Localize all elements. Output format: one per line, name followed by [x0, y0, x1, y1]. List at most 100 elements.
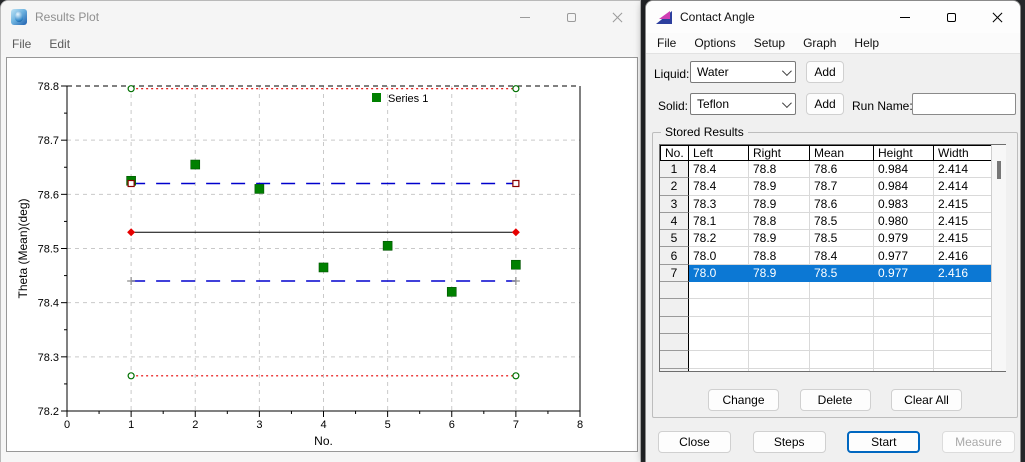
table-cell[interactable]: 2.414 [934, 178, 992, 195]
table-cell[interactable]: 0.983 [874, 196, 934, 213]
table-cell[interactable]: 78.5 [810, 213, 874, 230]
add-liquid-button[interactable]: Add [806, 61, 844, 83]
table-cell[interactable]: 0.977 [874, 247, 934, 264]
minimize-button[interactable] [882, 1, 928, 33]
maximize-button[interactable] [548, 1, 594, 33]
minimize-button[interactable] [502, 1, 548, 33]
table-cell[interactable]: 2.415 [934, 230, 992, 247]
table-cell[interactable]: 78.7 [810, 178, 874, 195]
run-name-input[interactable] [912, 93, 1016, 115]
table-cell[interactable]: 78.6 [810, 161, 874, 178]
table-cell[interactable] [810, 351, 874, 368]
solid-select[interactable]: Teflon [690, 93, 796, 115]
table-cell[interactable] [874, 282, 934, 299]
table-cell[interactable] [749, 351, 810, 368]
table-row[interactable] [660, 282, 1006, 299]
table-cell[interactable] [934, 282, 992, 299]
add-solid-button[interactable]: Add [806, 93, 844, 115]
steps-button[interactable]: Steps [753, 431, 826, 453]
table-cell[interactable]: 78.1 [689, 213, 749, 230]
maximize-button[interactable] [928, 1, 974, 33]
table-cell[interactable]: 78.4 [689, 178, 749, 195]
table-cell[interactable]: 78.0 [689, 265, 749, 282]
table-cell[interactable] [874, 351, 934, 368]
change-button[interactable]: Change [708, 389, 779, 411]
table-cell[interactable]: 0.977 [874, 265, 934, 282]
liquid-select[interactable]: Water [690, 61, 796, 83]
table-row[interactable]: 378.378.978.60.9832.415 [660, 196, 1006, 213]
table-cell[interactable]: 78.0 [689, 247, 749, 264]
table-cell[interactable] [810, 282, 874, 299]
menu-item-edit[interactable]: Edit [40, 34, 79, 54]
row-header-cell[interactable]: 7 [660, 265, 689, 282]
table-cell[interactable] [749, 317, 810, 334]
table-cell[interactable]: 78.5 [810, 230, 874, 247]
table-row[interactable]: 178.478.878.60.9842.414 [660, 161, 1006, 178]
row-header-cell[interactable] [660, 282, 689, 299]
table-row[interactable] [660, 299, 1006, 316]
row-header-cell[interactable] [660, 351, 689, 368]
close-button[interactable] [594, 1, 640, 33]
row-header-cell[interactable]: 3 [660, 196, 689, 213]
table-cell[interactable] [874, 299, 934, 316]
measure-button[interactable]: Measure [942, 431, 1015, 453]
menu-item-help[interactable]: Help [845, 33, 888, 53]
stored-results-table[interactable]: No.LeftRightMeanHeightWidth178.478.878.6… [659, 144, 1006, 372]
table-cell[interactable] [934, 351, 992, 368]
menu-item-file[interactable]: File [3, 34, 40, 54]
table-cell[interactable]: 78.8 [749, 247, 810, 264]
table-cell[interactable]: 0.979 [874, 230, 934, 247]
clear-all-button[interactable]: Clear All [891, 389, 962, 411]
table-cell[interactable]: 78.8 [749, 213, 810, 230]
table-cell[interactable] [934, 317, 992, 334]
table-cell[interactable] [934, 299, 992, 316]
table-cell[interactable]: 2.416 [934, 265, 992, 282]
results-plot-titlebar[interactable]: Results Plot [1, 1, 640, 33]
close-button[interactable] [974, 1, 1020, 33]
table-cell[interactable]: 0.984 [874, 178, 934, 195]
scrollbar-thumb[interactable] [997, 161, 1001, 179]
close-button[interactable]: Close [658, 431, 731, 453]
row-header-cell[interactable] [660, 334, 689, 351]
table-cell[interactable] [749, 369, 810, 372]
table-cell[interactable]: 78.9 [749, 265, 810, 282]
table-row[interactable] [660, 317, 1006, 334]
delete-button[interactable]: Delete [800, 389, 871, 411]
table-cell[interactable] [934, 334, 992, 351]
row-header-cell[interactable]: 2 [660, 178, 689, 195]
menu-item-graph[interactable]: Graph [794, 33, 845, 53]
table-cell[interactable] [810, 334, 874, 351]
table-vertical-scrollbar[interactable] [991, 145, 1006, 371]
table-cell[interactable]: 78.4 [689, 161, 749, 178]
table-cell[interactable] [689, 317, 749, 334]
table-cell[interactable]: 2.414 [934, 161, 992, 178]
table-cell[interactable] [749, 282, 810, 299]
table-cell[interactable] [934, 369, 992, 372]
row-header-cell[interactable]: 4 [660, 213, 689, 230]
row-header-cell[interactable]: 1 [660, 161, 689, 178]
table-row[interactable]: 278.478.978.70.9842.414 [660, 178, 1006, 195]
table-cell[interactable]: 78.9 [749, 196, 810, 213]
table-cell[interactable]: 0.980 [874, 213, 934, 230]
table-row[interactable]: 678.078.878.40.9772.416 [660, 247, 1006, 264]
table-cell[interactable] [689, 334, 749, 351]
table-cell[interactable]: 78.3 [689, 196, 749, 213]
row-header-cell[interactable] [660, 369, 689, 372]
menu-item-options[interactable]: Options [685, 33, 744, 53]
table-row[interactable]: 478.178.878.50.9802.415 [660, 213, 1006, 230]
table-cell[interactable] [689, 369, 749, 372]
table-cell[interactable] [874, 334, 934, 351]
row-header-cell[interactable] [660, 299, 689, 316]
table-cell[interactable] [689, 282, 749, 299]
menu-item-setup[interactable]: Setup [745, 33, 794, 53]
table-cell[interactable]: 78.6 [810, 196, 874, 213]
table-cell[interactable]: 78.9 [749, 230, 810, 247]
table-cell[interactable] [874, 369, 934, 372]
table-row[interactable] [660, 369, 1006, 372]
row-header-cell[interactable] [660, 317, 689, 334]
table-cell[interactable]: 78.2 [689, 230, 749, 247]
table-cell[interactable]: 2.416 [934, 247, 992, 264]
contact-angle-titlebar[interactable]: Contact Angle [646, 1, 1020, 33]
table-cell[interactable]: 2.415 [934, 213, 992, 230]
table-cell[interactable] [810, 317, 874, 334]
